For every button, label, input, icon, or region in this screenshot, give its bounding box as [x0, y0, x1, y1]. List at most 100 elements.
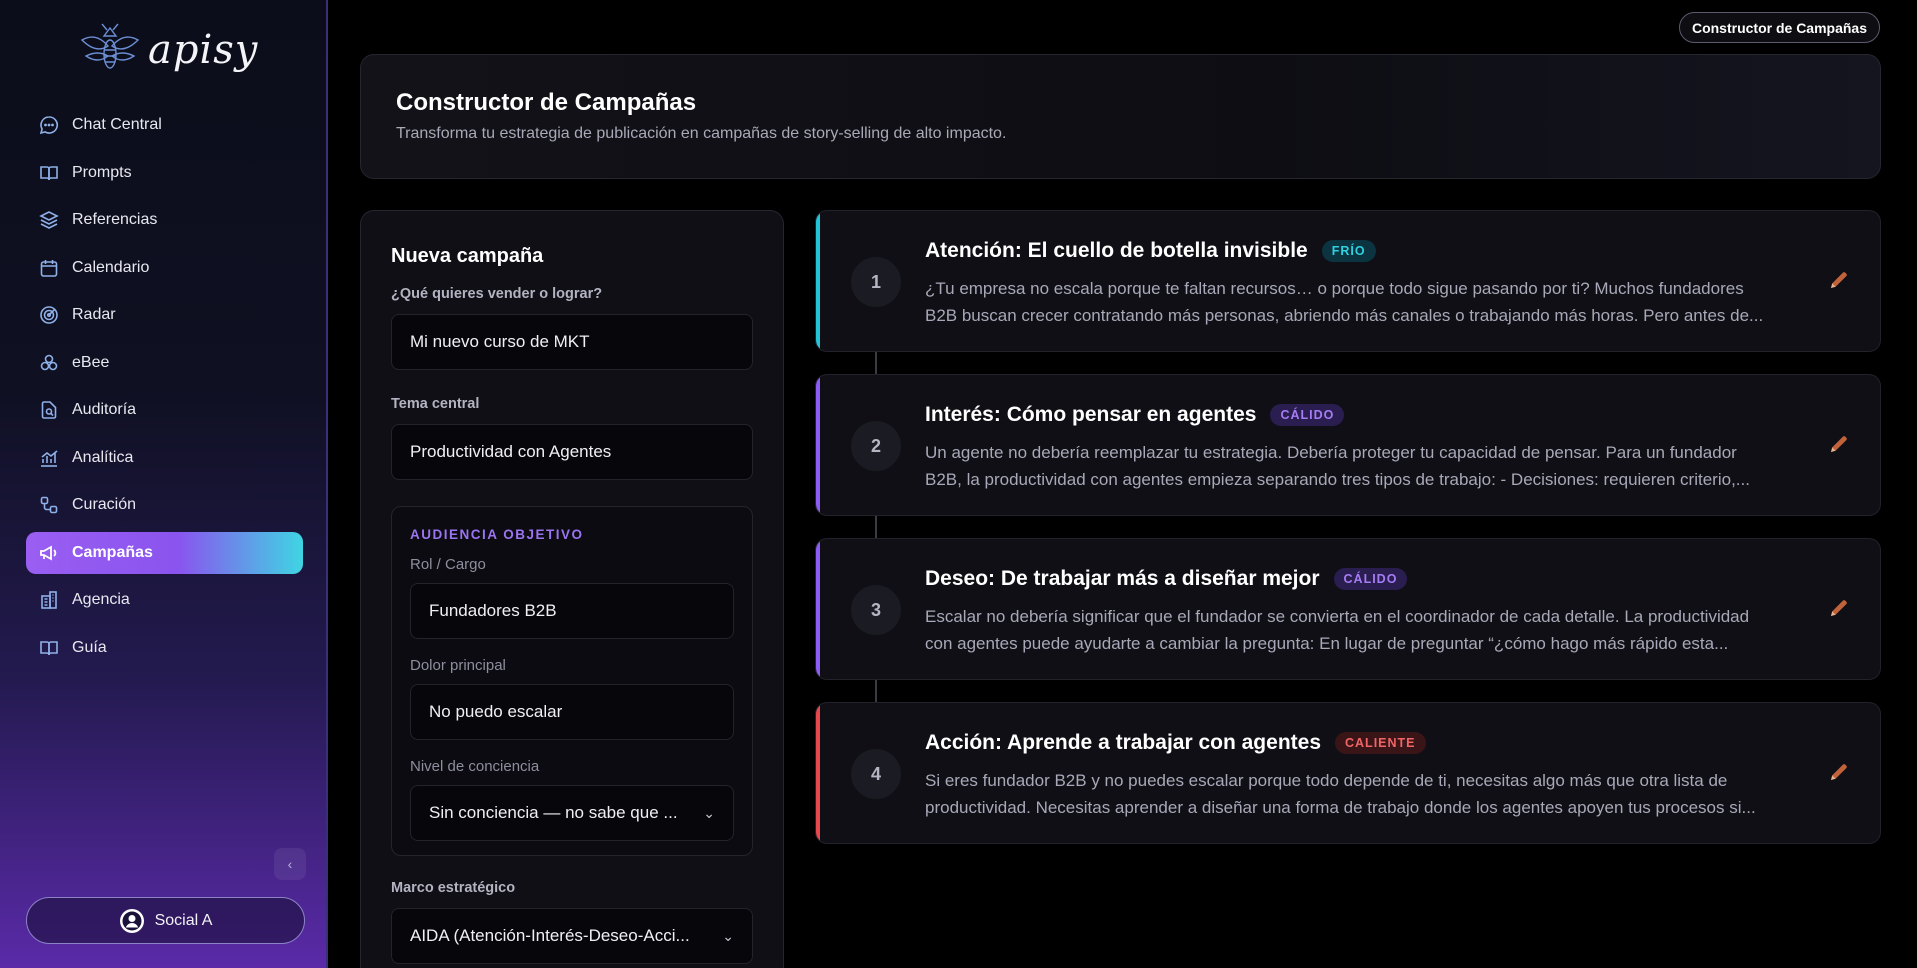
- sidebar-item-label: Prompts: [72, 163, 132, 181]
- page-header: Constructor de Campañas Transforma tu es…: [360, 54, 1881, 179]
- sidebar-item-curacion[interactable]: Curación: [26, 484, 303, 526]
- sidebar-item-label: Guía: [72, 638, 107, 656]
- step-description-line: B2B, la productividad con agentes empiez…: [925, 470, 1750, 489]
- framework-label: Marco estratégico: [391, 880, 516, 896]
- step-description-line: Escalar no debería significar que el fun…: [925, 607, 1750, 626]
- sidebar-item-label: Calendario: [72, 258, 150, 276]
- step-description-line: Si eres fundador B2B y no puedes escalar…: [925, 771, 1728, 790]
- step-connector: [875, 352, 877, 374]
- step-number: 2: [851, 421, 901, 471]
- collapse-sidebar-button[interactable]: ‹: [274, 848, 306, 880]
- logo-text: apisy: [148, 27, 259, 73]
- theme-label: Tema central: [391, 396, 480, 412]
- awareness-select-value: Sin conciencia — no sabe que ...: [429, 803, 678, 822]
- step-accent-bar: [816, 703, 820, 843]
- sidebar-item-radar[interactable]: Radar: [26, 294, 303, 336]
- chat-bubble-icon: [38, 114, 60, 136]
- step-accent-bar: [816, 211, 820, 351]
- sidebar-item-label: Auditoría: [72, 401, 137, 418]
- page-title: Constructor de Campañas: [396, 89, 697, 116]
- step-description-line: B2B buscan crecer contratando más person…: [925, 306, 1764, 325]
- step-description-line: con agentes puede ayudarte a cambiar la …: [925, 634, 1729, 653]
- chart-line-icon: [38, 447, 60, 469]
- sidebar-item-label: Curación: [72, 496, 137, 513]
- sidebar-item-label: Chat Central: [72, 116, 162, 133]
- pencil-icon[interactable]: [1828, 269, 1850, 291]
- sidebar-item-campanas[interactable]: Campañas: [26, 531, 303, 574]
- framework-select[interactable]: AIDA (Atención-Interés-Deseo-Acci... ⌄: [391, 908, 753, 964]
- sidebar-item-label: eBee: [72, 353, 110, 371]
- temperature-badge: FRÍO: [1321, 240, 1376, 262]
- temperature-badge: CÁLIDO: [1333, 568, 1408, 590]
- sidebar-item-label: Radar: [72, 306, 116, 323]
- step-title: Interés: Cómo pensar en agentes: [925, 403, 1257, 426]
- step-description: Un agente no debería reemplazar tu estra…: [925, 439, 1795, 493]
- workflow-icon: [38, 494, 60, 516]
- chevron-down-icon: ⌄: [722, 927, 734, 944]
- role-input[interactable]: Fundadores B2B: [410, 583, 734, 639]
- campaign-step-card[interactable]: 1 Atención: El cuello de botella invisib…: [815, 210, 1881, 352]
- page-subtitle: Transforma tu estrategia de publicación …: [396, 125, 1007, 142]
- page-title-pill: Constructor de Campañas: [1679, 12, 1880, 43]
- step-number: 4: [851, 749, 901, 799]
- sidebar-item-auditoria[interactable]: Auditoría: [26, 389, 303, 431]
- pain-input[interactable]: No puedo escalar: [410, 684, 734, 740]
- sidebar-item-guia[interactable]: Guía: [26, 627, 303, 669]
- book-open-icon: [38, 162, 60, 184]
- sidebar-item-referencias[interactable]: Referencias: [26, 199, 303, 241]
- step-accent-bar: [816, 539, 820, 679]
- sidebar-item-analitica[interactable]: Analítica: [26, 437, 303, 479]
- audience-section: AUDIENCIA OBJETIVO Rol / Cargo Fundadore…: [391, 506, 753, 856]
- goal-label: ¿Qué quieres vender o lograr?: [391, 286, 603, 302]
- sidebar-item-agencia[interactable]: Agencia: [26, 579, 303, 621]
- role-label: Rol / Cargo: [410, 556, 486, 573]
- goal-input[interactable]: Mi nuevo curso de MKT: [391, 314, 753, 370]
- campaign-step-card[interactable]: 2 Interés: Cómo pensar en agentes CÁLIDO…: [815, 374, 1881, 516]
- step-number: 1: [851, 257, 901, 307]
- new-campaign-form: Nueva campaña ¿Qué quieres vender o logr…: [360, 210, 784, 968]
- temperature-badge: CÁLIDO: [1270, 404, 1345, 426]
- sidebar-item-label: Referencias: [72, 211, 158, 228]
- layers-icon: [38, 209, 60, 231]
- step-description: ¿Tu empresa no escala porque te faltan r…: [925, 275, 1795, 329]
- sidebar: apisy Chat Central Prompts Referencias C…: [0, 0, 328, 968]
- megaphone-icon: [38, 542, 60, 564]
- step-connector: [875, 516, 877, 538]
- step-title: Deseo: De trabajar más a diseñar mejor: [925, 567, 1320, 590]
- step-accent-bar: [816, 375, 820, 515]
- temperature-badge: CALIENTE: [1335, 732, 1426, 754]
- file-search-icon: [38, 399, 60, 421]
- pencil-icon[interactable]: [1828, 433, 1850, 455]
- sidebar-item-label: Analítica: [72, 448, 134, 466]
- sidebar-item-chat-central[interactable]: Chat Central: [26, 104, 303, 146]
- building-icon: [38, 589, 60, 611]
- awareness-select[interactable]: Sin conciencia — no sabe que ... ⌄: [410, 785, 734, 841]
- pencil-icon[interactable]: [1828, 597, 1850, 619]
- form-title: Nueva campaña: [391, 245, 544, 267]
- campaign-step-card[interactable]: 3 Deseo: De trabajar más a diseñar mejor…: [815, 538, 1881, 680]
- theme-input[interactable]: Productividad con Agentes: [391, 424, 753, 480]
- step-description: Escalar no debería significar que el fun…: [925, 603, 1795, 657]
- sidebar-nav: Chat Central Prompts Referencias Calenda…: [26, 104, 303, 674]
- social-account-label: Social A: [154, 911, 213, 929]
- calendar-icon: [38, 257, 60, 279]
- framework-select-value: AIDA (Atención-Interés-Deseo-Acci...: [410, 926, 690, 945]
- social-account-button[interactable]: Social A: [26, 897, 305, 944]
- chevron-down-icon: ⌄: [703, 804, 715, 821]
- sidebar-item-label: Agencia: [72, 591, 130, 608]
- step-connector: [875, 680, 877, 702]
- sidebar-item-ebee[interactable]: eBee: [26, 342, 303, 384]
- campaign-step-card[interactable]: 4 Acción: Aprende a trabajar con agentes…: [815, 702, 1881, 844]
- sidebar-item-prompts[interactable]: Prompts: [26, 152, 303, 194]
- step-description-line: Un agente no debería reemplazar tu estra…: [925, 443, 1737, 462]
- pain-label: Dolor principal: [410, 657, 506, 674]
- logo[interactable]: apisy: [78, 22, 258, 78]
- step-description: Si eres fundador B2B y no puedes escalar…: [925, 767, 1795, 821]
- sidebar-item-calendario[interactable]: Calendario: [26, 247, 303, 289]
- step-number: 3: [851, 585, 901, 635]
- pencil-icon[interactable]: [1828, 761, 1850, 783]
- circles-icon: [38, 352, 60, 374]
- step-title: Atención: El cuello de botella invisible: [925, 239, 1308, 262]
- awareness-label: Nivel de conciencia: [410, 758, 540, 775]
- user-circle-icon: [119, 908, 144, 933]
